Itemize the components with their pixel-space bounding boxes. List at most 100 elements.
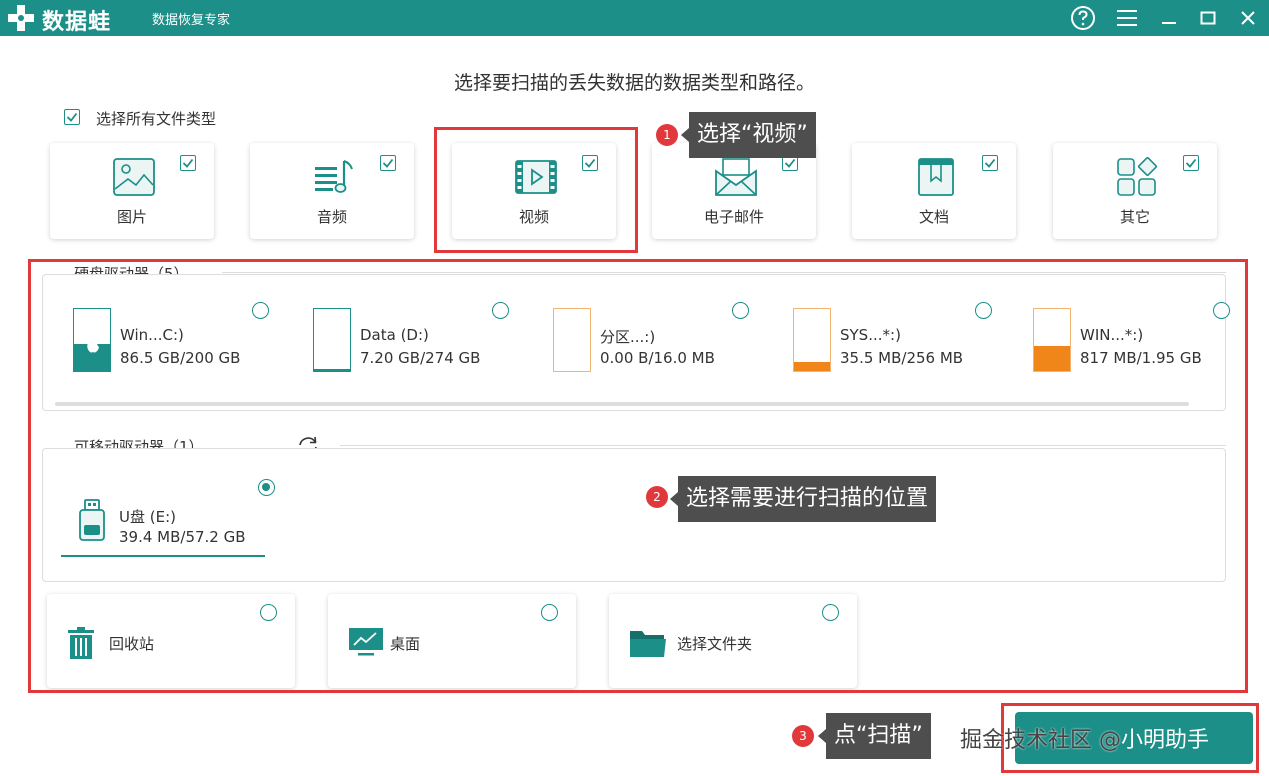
drive-name: 分区...:): [600, 328, 656, 346]
annotation-callout: 选择“视频”: [681, 112, 816, 158]
drive-usage-bar: [1033, 308, 1071, 372]
menu-button[interactable]: [1112, 3, 1142, 33]
watermark: 掘金技术社区 @小明助手: [960, 722, 1209, 754]
select-all-label: 选择所有文件类型: [96, 110, 217, 128]
filetype-label: 其它: [1119, 208, 1150, 226]
drive-item[interactable]: 分区...:) 0.00 B/16.0 MB: [553, 308, 783, 388]
drive-size: 0.00 B/16.0 MB: [600, 349, 715, 367]
section-divider: [340, 445, 1226, 446]
desktop-icon: [349, 628, 383, 656]
drive-usage-bar: [73, 308, 111, 372]
annotation-callout: 点“扫描”: [818, 713, 931, 759]
check-icon: [1185, 158, 1197, 168]
filetype-label: 电子邮件: [703, 208, 764, 226]
location-radio[interactable]: [260, 604, 277, 621]
usb-drive-item[interactable]: U盘 (E:) 39.4 MB/57.2 GB: [61, 477, 265, 557]
section-divider: [222, 272, 1226, 273]
check-icon: [784, 158, 796, 168]
location-label: 桌面: [390, 635, 421, 653]
filetype-checkbox[interactable]: [982, 155, 998, 171]
filetype-label: 文档: [918, 208, 949, 226]
drive-size: 35.5 MB/256 MB: [840, 349, 964, 367]
drive-size: 817 MB/1.95 GB: [1080, 349, 1202, 367]
horizontal-scrollbar[interactable]: [55, 402, 1189, 406]
apple-icon: [87, 338, 99, 353]
recycle-bin-icon: [68, 627, 94, 659]
filetype-checkbox[interactable]: [582, 155, 598, 171]
location-label: 选择文件夹: [677, 635, 753, 653]
filetype-card-video[interactable]: 视频: [452, 143, 616, 239]
annotation-badge: 3: [792, 725, 814, 747]
minimize-icon: [1162, 22, 1176, 24]
filetype-checkbox[interactable]: [1183, 155, 1199, 171]
title-bar: 数据蛙 数据恢复专家: [0, 0, 1269, 36]
drive-usage-bar: [793, 308, 831, 372]
drive-usage-bar: [553, 308, 591, 372]
drive-name: U盘 (E:): [119, 508, 176, 526]
help-button[interactable]: [1068, 3, 1098, 33]
filetype-card-other[interactable]: 其它: [1053, 143, 1217, 239]
app-subtitle: 数据恢复专家: [152, 13, 231, 28]
filetype-card-image[interactable]: 图片: [50, 143, 214, 239]
filetype-checkbox[interactable]: [180, 155, 196, 171]
location-radio[interactable]: [541, 604, 558, 621]
drive-radio[interactable]: [732, 302, 749, 319]
watermark-tail: 小明助手: [1121, 728, 1210, 753]
drive-name: WIN...*:): [1080, 326, 1144, 344]
drive-item[interactable]: SYS...*:) 35.5 MB/256 MB: [793, 308, 1023, 388]
removable-drives-panel: U盘 (E:) 39.4 MB/57.2 GB: [42, 448, 1226, 582]
annotation-badge: 1: [656, 124, 678, 146]
drive-name: Win...C:): [120, 326, 184, 344]
audio-icon: [315, 160, 353, 193]
drive-size: 7.20 GB/274 GB: [360, 349, 481, 367]
drive-item[interactable]: WIN...*:) 817 MB/1.95 GB: [1033, 308, 1263, 388]
drive-radio[interactable]: [975, 302, 992, 319]
folder-icon: [630, 631, 666, 657]
drive-radio[interactable]: [492, 302, 509, 319]
watermark-text: 掘金技术社区 @: [960, 728, 1121, 753]
drive-name: Data (D:): [360, 326, 429, 344]
video-icon: [515, 160, 557, 194]
minimize-button[interactable]: [1154, 3, 1184, 33]
check-icon: [66, 112, 78, 122]
drive-name: SYS...*:): [840, 326, 901, 344]
drive-item[interactable]: Data (D:) 7.20 GB/274 GB: [313, 308, 543, 388]
location-card-recycle-bin[interactable]: 回收站: [47, 594, 295, 688]
help-icon: [1071, 6, 1095, 30]
location-card-desktop[interactable]: 桌面: [328, 594, 576, 688]
email-icon: [715, 158, 757, 196]
app-logo-icon: [8, 5, 34, 31]
annotation-callout: 选择需要进行扫描的位置: [669, 476, 937, 522]
other-icon: [1117, 157, 1158, 196]
hard-drives-panel: Win...C:) 86.5 GB/200 GB Data (D:) 7.20 …: [42, 274, 1230, 411]
drive-radio[interactable]: [252, 302, 269, 319]
drive-radio[interactable]: [1213, 302, 1230, 319]
drive-size: 86.5 GB/200 GB: [120, 349, 241, 367]
app-name: 数据蛙: [42, 10, 112, 35]
usb-drive-icon: [79, 499, 105, 541]
drive-item[interactable]: Win...C:) 86.5 GB/200 GB: [73, 308, 303, 388]
menu-icon: [1117, 10, 1137, 26]
maximize-button[interactable]: [1193, 3, 1223, 33]
usb-drive-radio[interactable]: [258, 479, 275, 496]
check-icon: [182, 158, 194, 168]
filetype-label: 视频: [518, 208, 549, 226]
app-window: 数据蛙 数据恢复专家 选择要扫描的丢失数据的数据类型和路径。 选择所有文件类型 …: [0, 0, 1269, 776]
maximize-icon: [1200, 11, 1216, 25]
annotation-badge: 2: [646, 486, 668, 508]
document-icon: [918, 158, 954, 196]
drive-size: 39.4 MB/57.2 GB: [119, 528, 246, 546]
location-radio[interactable]: [822, 604, 839, 621]
image-icon: [113, 158, 155, 196]
location-card-select-folder[interactable]: 选择文件夹: [609, 594, 857, 688]
drive-usage-bar: [313, 308, 351, 372]
filetype-checkbox[interactable]: [380, 155, 396, 171]
filetype-label: 音频: [316, 208, 347, 226]
check-icon: [382, 158, 394, 168]
filetype-label: 图片: [116, 208, 147, 226]
select-all-checkbox[interactable]: [64, 109, 80, 125]
filetype-card-document[interactable]: 文档: [852, 143, 1016, 239]
close-button[interactable]: [1233, 3, 1263, 33]
check-icon: [584, 158, 596, 168]
filetype-card-audio[interactable]: 音频: [250, 143, 414, 239]
